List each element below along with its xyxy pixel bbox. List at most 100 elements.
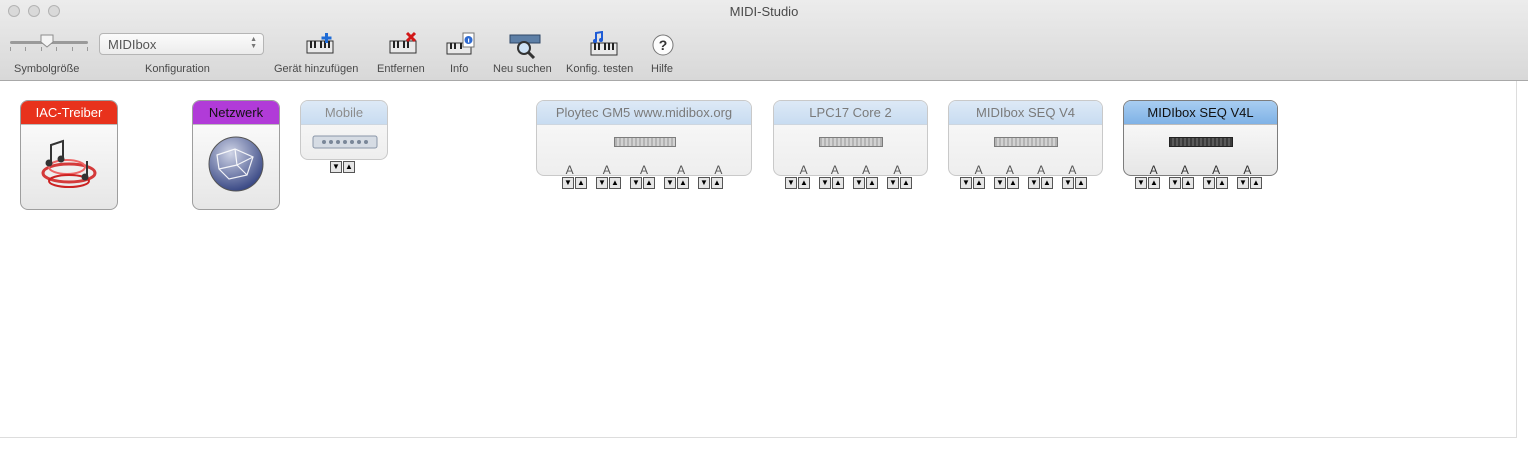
- info-button[interactable]: [442, 30, 478, 60]
- port-list: A A A A A: [537, 163, 751, 176]
- out-port-arrow-icon[interactable]: ▲: [575, 177, 587, 189]
- out-port-arrow-icon[interactable]: ▲: [1182, 177, 1194, 189]
- port-label: A: [639, 163, 648, 176]
- port-pair[interactable]: ▼ ▲: [664, 177, 689, 189]
- port-pair[interactable]: ▼ ▲: [887, 177, 912, 189]
- out-port-arrow-icon[interactable]: ▲: [711, 177, 723, 189]
- port-pair[interactable]: ▼ ▲: [698, 177, 723, 189]
- interface-panel-icon: [312, 135, 378, 149]
- in-port-arrow-icon[interactable]: ▼: [819, 177, 831, 189]
- in-port-arrow-icon[interactable]: ▼: [960, 177, 972, 189]
- remove-button[interactable]: [385, 30, 421, 60]
- test-config-label: Konfig. testen: [566, 63, 634, 75]
- in-port-arrow-icon[interactable]: ▼: [1028, 177, 1040, 189]
- configuration-label: Konfiguration: [145, 63, 210, 75]
- out-port-arrow-icon[interactable]: ▲: [1007, 177, 1019, 189]
- out-port-arrow-icon[interactable]: ▲: [677, 177, 689, 189]
- help-button[interactable]: ?: [645, 30, 681, 60]
- help-label: Hilfe: [651, 63, 674, 75]
- out-port-arrow-icon[interactable]: ▲: [832, 177, 844, 189]
- port-label: A: [799, 163, 808, 176]
- device-lpc17-core-2[interactable]: LPC17 Core 2 A A A A: [773, 100, 928, 176]
- in-port-arrow-icon[interactable]: ▼: [887, 177, 899, 189]
- out-port-arrow-icon[interactable]: ▲: [866, 177, 878, 189]
- out-port-arrow-icon[interactable]: ▲: [1075, 177, 1087, 189]
- device-panel-icon: [994, 137, 1058, 147]
- out-port-arrow-icon[interactable]: ▲: [798, 177, 810, 189]
- out-port-arrow-icon[interactable]: ▲: [1041, 177, 1053, 189]
- add-device-button[interactable]: [302, 30, 338, 60]
- device-network[interactable]: Netzwerk: [192, 100, 280, 210]
- out-port-arrow-icon[interactable]: ▲: [609, 177, 621, 189]
- rescan-icon: [509, 34, 541, 59]
- in-port-arrow-icon[interactable]: ▼: [664, 177, 676, 189]
- configuration-select[interactable]: MIDIbox ▲ ▼: [99, 33, 264, 55]
- device-midibox-seq-v4l[interactable]: MIDIbox SEQ V4L A A A A: [1123, 100, 1278, 176]
- device-iac-driver[interactable]: IAC-Treiber: [20, 100, 118, 210]
- add-device-icon: [306, 33, 334, 54]
- port-pair[interactable]: ▼ ▲: [994, 177, 1019, 189]
- out-port-arrow-icon[interactable]: ▲: [1250, 177, 1262, 189]
- port-pair[interactable]: ▼ ▲: [853, 177, 878, 189]
- port-pair[interactable]: ▼ ▲: [562, 177, 587, 189]
- port-label: A: [1212, 163, 1221, 176]
- slider-knob-icon[interactable]: [40, 34, 54, 48]
- device-midibox-seq-v4[interactable]: MIDIbox SEQ V4 A A A A: [948, 100, 1103, 176]
- remove-icon: [389, 31, 417, 54]
- out-port-arrow-icon[interactable]: ▲: [900, 177, 912, 189]
- port-pair[interactable]: ▼ ▲: [596, 177, 621, 189]
- device-name: LPC17 Core 2: [774, 101, 927, 125]
- in-port-arrow-icon[interactable]: ▼: [994, 177, 1006, 189]
- in-port-arrow-icon[interactable]: ▼: [1135, 177, 1147, 189]
- in-port-arrow-icon[interactable]: ▼: [785, 177, 797, 189]
- rescan-button[interactable]: [507, 30, 543, 60]
- remove-label: Entfernen: [377, 63, 425, 75]
- port-pair[interactable]: ▼ ▲: [1237, 177, 1262, 189]
- in-port-arrow-icon[interactable]: ▼: [853, 177, 865, 189]
- port-label: A: [830, 163, 839, 176]
- out-port-arrow-icon[interactable]: ▲: [1148, 177, 1160, 189]
- info-icon: [446, 32, 475, 55]
- help-icon: ?: [652, 34, 674, 56]
- in-port-arrow-icon[interactable]: ▼: [698, 177, 710, 189]
- port-pair[interactable]: ▼ ▲: [960, 177, 985, 189]
- out-port-arrow-icon[interactable]: ▲: [343, 161, 355, 173]
- port-pair[interactable]: ▼ ▲: [819, 177, 844, 189]
- device-ploytec-gm5[interactable]: Ploytec GM5 www.midibox.org A A A A A: [536, 100, 752, 176]
- device-panel-icon: [1169, 137, 1233, 147]
- port-label: A: [1243, 163, 1252, 176]
- device-mobile[interactable]: Mobile: [300, 100, 388, 160]
- in-port-arrow-icon[interactable]: ▼: [1237, 177, 1249, 189]
- port-label: A: [1037, 163, 1046, 176]
- in-port-arrow-icon[interactable]: ▼: [330, 161, 342, 173]
- info-label: Info: [450, 63, 469, 75]
- in-port-arrow-icon[interactable]: ▼: [562, 177, 574, 189]
- in-port-arrow-icon[interactable]: ▼: [1169, 177, 1181, 189]
- in-port-arrow-icon[interactable]: ▼: [1203, 177, 1215, 189]
- window-title: MIDI-Studio: [729, 4, 799, 19]
- port-pair[interactable]: ▼ ▲: [330, 161, 355, 173]
- port-label: A: [1149, 163, 1158, 176]
- in-port-arrow-icon[interactable]: ▼: [630, 177, 642, 189]
- in-port-arrow-icon[interactable]: ▼: [1062, 177, 1074, 189]
- port-pair[interactable]: ▼ ▲: [1203, 177, 1228, 189]
- port-pair[interactable]: ▼ ▲: [1028, 177, 1053, 189]
- port-pair[interactable]: ▼ ▲: [1169, 177, 1194, 189]
- port-label: A: [714, 163, 723, 176]
- device-canvas[interactable]: IAC-Treiber Netzwerk Mobile ▼ ▲ Ploytec …: [0, 81, 1517, 438]
- port-label: A: [677, 163, 686, 176]
- port-list: A A A A: [774, 163, 927, 176]
- device-name: Mobile: [301, 101, 387, 125]
- port-pair[interactable]: ▼ ▲: [785, 177, 810, 189]
- out-port-arrow-icon[interactable]: ▲: [643, 177, 655, 189]
- out-port-arrow-icon[interactable]: ▲: [973, 177, 985, 189]
- out-port-arrow-icon[interactable]: ▲: [1216, 177, 1228, 189]
- port-pair[interactable]: ▼ ▲: [630, 177, 655, 189]
- test-config-button[interactable]: [586, 30, 622, 60]
- iac-driver-icon: [41, 139, 97, 188]
- in-port-arrow-icon[interactable]: ▼: [596, 177, 608, 189]
- port-pair[interactable]: ▼ ▲: [1135, 177, 1160, 189]
- port-pair[interactable]: ▼ ▲: [1062, 177, 1087, 189]
- port-list: A A A A: [949, 163, 1102, 176]
- device-name: IAC-Treiber: [21, 101, 117, 125]
